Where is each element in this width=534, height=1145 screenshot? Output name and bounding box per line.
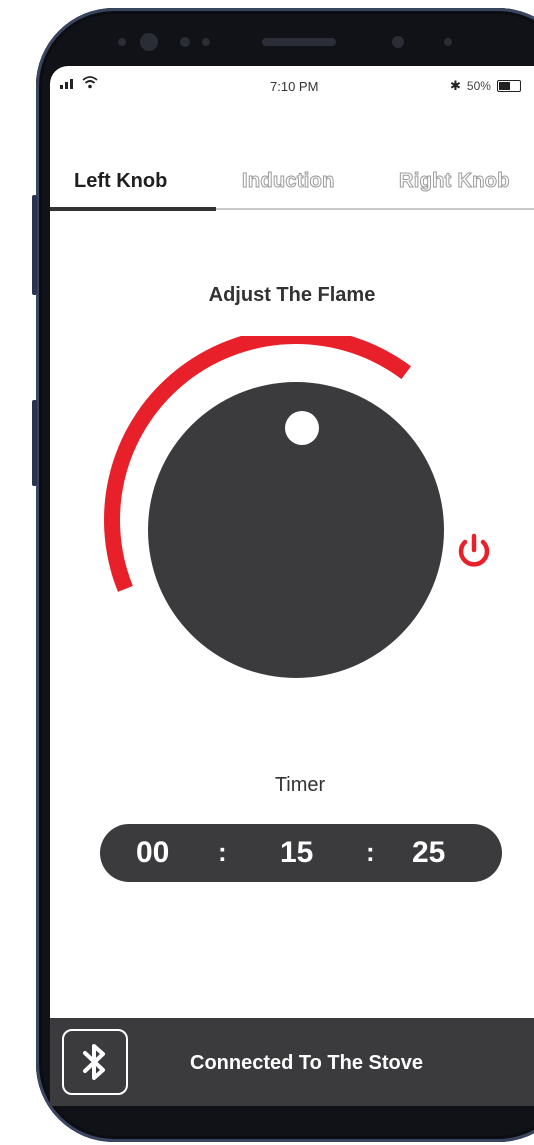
connection-bar: Connected To The Stove xyxy=(50,1018,534,1106)
timer-seconds[interactable]: 25 xyxy=(412,836,445,870)
front-sensor-dot xyxy=(202,38,210,46)
signal-icon xyxy=(60,79,73,89)
timer-display[interactable]: 00 : 15 : 25 xyxy=(100,824,502,882)
bluetooth-icon: ✱ xyxy=(450,78,461,93)
timer-separator: : xyxy=(218,837,227,867)
wifi-icon xyxy=(82,76,98,89)
battery-icon xyxy=(496,80,521,92)
front-camera xyxy=(392,36,404,48)
battery-percent: 50% xyxy=(466,79,491,93)
connection-status-text: Connected To The Stove xyxy=(190,1052,423,1074)
earpiece-speaker xyxy=(262,38,336,46)
side-power-button xyxy=(32,400,37,486)
bluetooth-icon xyxy=(83,1044,105,1080)
front-sensor-dot xyxy=(444,38,452,46)
tab-right-knob[interactable]: Right Knob xyxy=(399,170,510,208)
timer-label: Timer xyxy=(274,774,326,796)
side-volume-button xyxy=(32,195,37,295)
timer-minutes[interactable]: 15 xyxy=(280,836,313,870)
knob-tabs: Left Knob Induction Right Knob xyxy=(50,170,534,210)
timer-hours[interactable]: 00 xyxy=(136,836,169,870)
bluetooth-button[interactable] xyxy=(62,1029,128,1095)
tab-left-knob[interactable]: Left Knob xyxy=(74,170,167,208)
status-time: 7:10 PM xyxy=(270,79,319,94)
front-sensor-dot xyxy=(180,37,190,47)
tab-induction[interactable]: Induction xyxy=(242,170,335,208)
app-stage: 7:10 PM ✱ 50% Left Knob Induction Right … xyxy=(0,0,534,1145)
front-sensor-dot xyxy=(118,38,126,46)
status-bar: 7:10 PM ✱ 50% xyxy=(50,66,534,106)
power-icon[interactable] xyxy=(454,530,494,570)
knob-marker-dot xyxy=(285,411,319,445)
status-right-group: ✱ 50% xyxy=(450,78,521,94)
tab-active-indicator xyxy=(50,207,216,211)
timer-separator: : xyxy=(366,837,375,867)
phone-screen: 7:10 PM ✱ 50% Left Knob Induction Right … xyxy=(50,66,534,1106)
flame-heading: Adjust The Flame xyxy=(208,284,376,306)
front-sensor-dot xyxy=(140,33,158,51)
